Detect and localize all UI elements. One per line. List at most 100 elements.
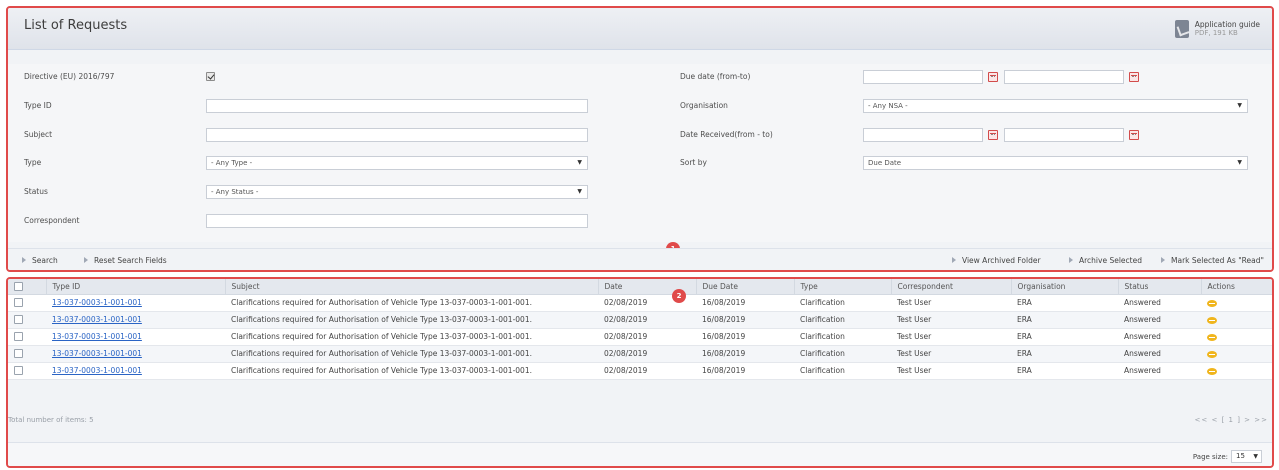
calendar-icon[interactable] [1129,72,1139,82]
message-icon[interactable] [1207,350,1217,358]
correspondent-cell: Test User [891,362,1011,380]
chevron-down-icon: ▼ [577,159,582,166]
due-date-to-input[interactable] [1004,70,1124,84]
due-date-from-input[interactable] [863,70,983,84]
subject-label: Subject [24,130,53,139]
subject-cell: Clarifications required for Authorisatio… [225,362,598,380]
message-icon[interactable] [1207,316,1217,324]
row-checkbox[interactable] [14,332,23,342]
row-checkbox[interactable] [14,298,23,308]
page-size-value: 15 [1236,452,1245,460]
select-all-header [8,279,47,295]
chevron-down-icon: ▼ [1237,102,1242,109]
date-cell: 02/08/2019 [598,345,696,363]
subject-input[interactable] [206,128,588,142]
application-guide-link[interactable]: Application guide PDF, 191 KB [1174,20,1260,38]
status-cell: Answered [1118,345,1201,363]
column-header[interactable]: Due Date [696,279,795,295]
organisation-select-value: - Any NSA - [868,102,908,110]
correspondent-cell: Test User [891,345,1011,363]
table-row: 13-037-0003-1-001-001 Clarifications req… [8,362,1272,380]
directive-label: Directive (EU) 2016/797 [24,72,115,81]
guide-title[interactable]: Application guide [1195,20,1260,29]
type-select[interactable]: - Any Type - ▼ [206,156,588,170]
type-id-link[interactable]: 13-037-0003-1-001-001 [52,298,142,307]
column-header[interactable]: Organisation [1011,279,1119,295]
message-icon[interactable] [1207,333,1217,341]
subject-cell: Clarifications required for Authorisatio… [225,328,598,346]
status-cell: Answered [1118,362,1201,380]
triangle-right-icon [1161,257,1165,263]
date-received-from-input[interactable] [863,128,983,142]
column-header: Actions [1201,279,1272,295]
organisation-label: Organisation [680,101,728,110]
triangle-right-icon [952,257,956,263]
organisation-cell: ERA [1011,328,1118,346]
date-received-to-input[interactable] [1004,128,1124,142]
type-id-link[interactable]: 13-037-0003-1-001-001 [52,349,142,358]
correspondent-input[interactable] [206,214,588,228]
organisation-select[interactable]: - Any NSA - ▼ [863,99,1248,113]
chevron-down-icon: ▼ [1237,159,1242,166]
sort-by-label: Sort by [680,158,707,167]
type-select-value: - Any Type - [211,159,253,167]
message-icon[interactable] [1207,299,1217,307]
date-cell: 02/08/2019 [598,328,696,346]
type-cell: Clarification [794,311,891,329]
due-date-cell: 16/08/2019 [696,294,794,312]
reset-search-fields-button[interactable]: Reset Search Fields [84,256,167,265]
date-received-label: Date Received(from - to) [680,130,773,139]
archive-selected-button[interactable]: Archive Selected [1069,256,1142,265]
column-header[interactable]: Type ID [46,279,226,295]
due-date-cell: 16/08/2019 [696,345,794,363]
subject-cell: Clarifications required for Authorisatio… [225,345,598,363]
sort-by-select[interactable]: Due Date ▼ [863,156,1248,170]
triangle-right-icon [1069,257,1073,263]
due-date-cell: 16/08/2019 [696,311,794,329]
type-cell: Clarification [794,328,891,346]
row-checkbox[interactable] [14,349,23,359]
select-all-checkbox[interactable] [14,282,23,291]
status-select-value: - Any Status - [211,188,259,196]
type-id-link[interactable]: 13-037-0003-1-001-001 [52,315,142,324]
pagination[interactable]: << < [ 1 ] > >> [1195,416,1268,424]
column-header[interactable]: Correspondent [891,279,1012,295]
status-cell: Answered [1118,294,1201,312]
type-id-link[interactable]: 13-037-0003-1-001-001 [52,332,142,341]
column-header[interactable]: Type [794,279,892,295]
type-id-label: Type ID [24,101,52,110]
date-cell: 02/08/2019 [598,362,696,380]
message-icon[interactable] [1207,367,1217,375]
guide-meta: PDF, 191 KB [1194,29,1238,37]
row-checkbox[interactable] [14,315,23,325]
search-button[interactable]: Search [22,256,58,265]
organisation-cell: ERA [1011,362,1118,380]
table-row: 13-037-0003-1-001-001 Clarifications req… [8,328,1272,346]
view-archived-folder-button[interactable]: View Archived Folder [952,256,1041,265]
mark-selected-read-button[interactable]: Mark Selected As "Read" [1161,256,1264,265]
type-cell: Clarification [794,345,891,363]
type-id-link[interactable]: 13-037-0003-1-001-001 [52,366,142,375]
search-panel: List of Requests Application guide PDF, … [6,6,1274,272]
type-cell: Clarification [794,294,891,312]
correspondent-cell: Test User [891,294,1011,312]
directive-checkbox[interactable] [206,72,215,81]
status-select[interactable]: - Any Status - ▼ [206,185,588,199]
column-header[interactable]: Status [1118,279,1202,295]
calendar-icon[interactable] [988,72,998,82]
page-size-select[interactable]: 15 ▼ [1231,450,1262,463]
due-date-cell: 16/08/2019 [696,328,794,346]
row-checkbox[interactable] [14,366,23,376]
calendar-icon[interactable] [988,130,998,140]
date-cell: 02/08/2019 [598,311,696,329]
correspondent-cell: Test User [891,311,1011,329]
column-header[interactable]: Subject [225,279,599,295]
correspondent-cell: Test User [891,328,1011,346]
annotation-badge-2: 2 [672,289,686,303]
due-date-cell: 16/08/2019 [696,362,794,380]
calendar-icon[interactable] [1129,130,1139,140]
type-id-input[interactable] [206,99,588,113]
status-label: Status [24,187,48,196]
table-row: 13-037-0003-1-001-001 Clarifications req… [8,311,1272,329]
table-row: 13-037-0003-1-001-001 Clarifications req… [8,294,1272,312]
